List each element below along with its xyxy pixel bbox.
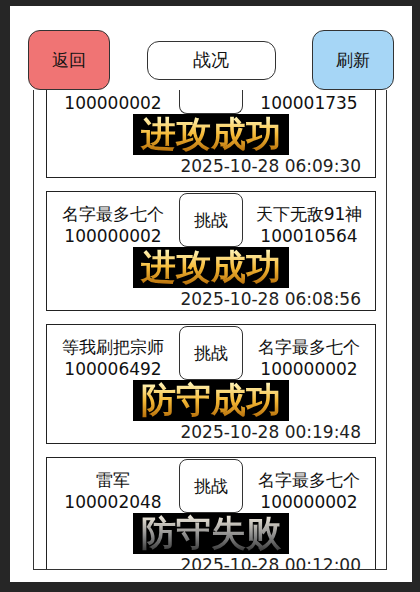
defender: 名字最多七个 100000002 [243,336,375,380]
defender-id: 100000002 [243,491,375,513]
refresh-button[interactable]: 刷新 [312,30,394,90]
defender: 名字最多七个 100000002 [243,469,375,513]
result-text: 进攻成功 [133,114,289,155]
attacker-id: 100006492 [47,358,179,380]
attacker-name: 等我刷把宗师 [47,336,179,358]
attacker: 名字最多七个 100000002 [47,203,179,247]
players-row: 名字最多七个 100000002 挑战 天下无敌91神 100010564 [47,192,375,247]
result-banner: 进攻成功 [47,247,375,288]
page-title: 战况 [147,41,276,80]
challenge-button[interactable]: 挑战 [179,326,243,380]
battle-card: 雷军 100002048 挑战 名字最多七个 100000002 防守失败 20… [46,457,376,570]
result-banner: 进攻成功 [47,114,375,155]
challenge-button[interactable]: 挑战 [179,459,243,513]
defender: 100001735 [243,92,375,114]
attacker-id: 100002048 [47,491,179,513]
challenge-button[interactable]: 挑战 [179,193,243,247]
attacker-name: 雷军 [47,469,179,491]
result-banner: 防守成功 [47,380,375,421]
players-row: 等我刷把宗师 100006492 挑战 名字最多七个 100000002 [47,325,375,380]
attacker-id: 100000002 [47,92,179,114]
battle-time: 2025-10-28 06:08:56 [47,288,375,310]
back-button[interactable]: 返回 [28,30,110,90]
defender-name: 名字最多七个 [243,336,375,358]
defender: 天下无敌91神 100010564 [243,203,375,247]
players-row: 100000002 100001735 [47,90,375,114]
attacker: 雷军 100002048 [47,469,179,513]
header-bar: 返回 战况 刷新 [10,6,412,90]
attacker-name: 名字最多七个 [47,203,179,225]
battle-time: 2025-10-28 00:19:48 [47,421,375,443]
defender-name: 天下无敌91神 [243,203,375,225]
defender-id: 100001735 [243,92,375,114]
challenge-button[interactable] [179,90,243,114]
result-banner: 防守失败 [47,513,375,554]
attacker: 100000002 [47,92,179,114]
battle-time: 2025-10-28 06:09:30 [47,155,375,177]
attacker-id: 100000002 [47,225,179,247]
result-text: 防守失败 [133,513,289,554]
players-row: 雷军 100002048 挑战 名字最多七个 100000002 [47,458,375,513]
battle-time: 2025-10-28 00:12:00 [47,554,375,570]
battle-list[interactable]: 100000002 100001735 进攻成功 2025-10-28 06:0… [33,90,387,570]
defender-id: 100010564 [243,225,375,247]
battle-card: 100000002 100001735 进攻成功 2025-10-28 06:0… [46,90,376,178]
screen-frame: 返回 战况 刷新 100000002 100001735 进攻成功 2025-1… [0,0,420,592]
battle-card: 名字最多七个 100000002 挑战 天下无敌91神 100010564 进攻… [46,191,376,311]
defender-name: 名字最多七个 [243,469,375,491]
battle-report-page: 返回 战况 刷新 100000002 100001735 进攻成功 2025-1… [10,6,412,582]
attacker: 等我刷把宗师 100006492 [47,336,179,380]
result-text: 防守成功 [133,380,289,421]
result-text: 进攻成功 [133,247,289,288]
defender-id: 100000002 [243,358,375,380]
battle-card: 等我刷把宗师 100006492 挑战 名字最多七个 100000002 防守成… [46,324,376,444]
